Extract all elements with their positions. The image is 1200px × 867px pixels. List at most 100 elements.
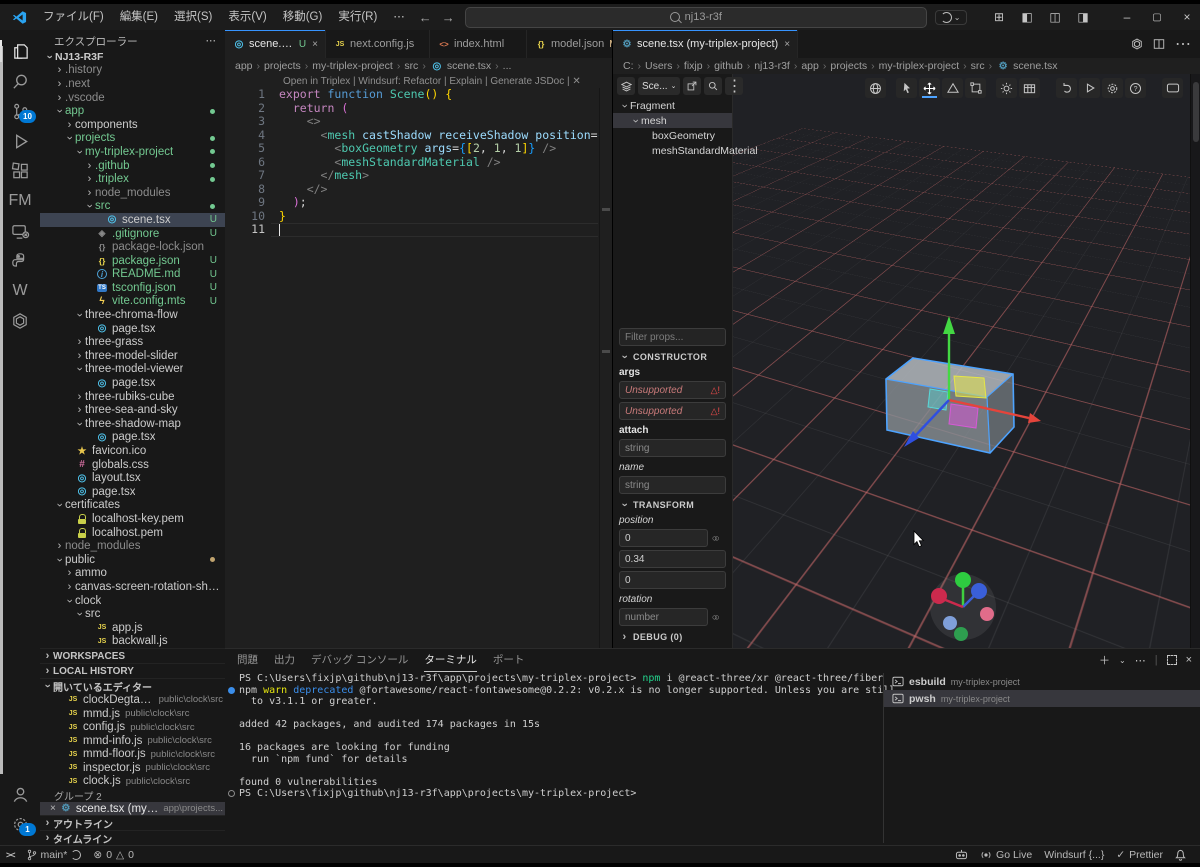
viewport-tool-undo-icon[interactable]	[1056, 78, 1077, 98]
breadcrumb-item[interactable]: C:	[623, 60, 634, 72]
breadcrumb-item[interactable]: github	[714, 60, 743, 72]
tree-item-page.tsx[interactable]: ›page.tsx	[40, 376, 225, 390]
customize-layout-icon[interactable]: ⊞	[986, 5, 1012, 29]
close-icon[interactable]: ×	[50, 803, 56, 814]
menu-item-2[interactable]: 選択(S)	[166, 7, 220, 27]
tree-item-clock[interactable]: ›clock	[40, 594, 225, 608]
activity-windsurf[interactable]: W	[0, 276, 40, 306]
tree-item-three-model-slider[interactable]: ›three-model-slider	[40, 349, 225, 363]
open-in-editor-icon[interactable]	[683, 77, 701, 95]
tree-item-ammo[interactable]: ›ammo	[40, 567, 225, 581]
problems-item[interactable]: ⊗0 △0	[87, 846, 140, 863]
scene-node-meshStandardMaterial[interactable]: ›meshStandardMaterial	[613, 143, 732, 158]
tree-item-three-grass[interactable]: ›three-grass	[40, 335, 225, 349]
editor-scrollbar[interactable]	[599, 88, 612, 648]
tree-item-my-triplex-project[interactable]: ›my-triplex-project	[40, 145, 225, 159]
tree-item-package-lock.json[interactable]: ›package-lock.json	[40, 240, 225, 254]
activity-live-preview[interactable]	[0, 216, 40, 246]
activity-search[interactable]	[0, 66, 40, 96]
open-editor-item[interactable]: config.jspublic\clock\src	[40, 720, 225, 734]
tree-item-NJ13-R3F[interactable]: ›NJ13-R3F	[40, 50, 225, 64]
prop-input[interactable]: string	[619, 439, 726, 457]
tree-item-.vscode[interactable]: ›.vscode	[40, 91, 225, 105]
viewport-tool-sun-icon[interactable]	[996, 78, 1017, 98]
viewport-tool-globe-icon[interactable]	[865, 78, 886, 98]
tree-item-components[interactable]: ›components	[40, 118, 225, 132]
tree-item-vite.config.mts[interactable]: ›vite.config.mtsU	[40, 295, 225, 309]
tree-item-.gitignore[interactable]: ›.gitignoreU	[40, 227, 225, 241]
menu-item-1[interactable]: 編集(E)	[112, 7, 166, 27]
viewport-tool-gear-icon[interactable]	[1102, 78, 1123, 98]
close-tab-icon[interactable]: ×	[312, 39, 318, 50]
breadcrumb-item[interactable]: projects	[830, 60, 867, 72]
open-editor-item[interactable]: mmd.jspublic\clock\src	[40, 707, 225, 721]
breadcrumb-item[interactable]: ...	[503, 60, 512, 72]
tree-item-globals.css[interactable]: ›globals.css	[40, 458, 225, 472]
tree-item-localhost.pem[interactable]: ›localhost.pem	[40, 526, 225, 540]
open-editor-item[interactable]: clockDegtal.jspublic\clock\src	[40, 693, 225, 707]
run-task-dropdown[interactable]: ⌄	[935, 10, 967, 25]
section-open-editors[interactable]: ›開いているエディター	[40, 678, 225, 693]
tree-item-README.md[interactable]: ›README.mdU	[40, 268, 225, 282]
tree-item-.triplex[interactable]: ›.triplex	[40, 172, 225, 186]
scene-selector[interactable]: Sce... ⌄	[638, 77, 680, 95]
viewport-scrollbar[interactable]	[1190, 74, 1200, 648]
viewport-tool-play-icon[interactable]	[1079, 78, 1100, 98]
tree-item-public[interactable]: ›public	[40, 553, 225, 567]
tree-item-.github[interactable]: ›.github	[40, 159, 225, 173]
openai-icon[interactable]	[1131, 38, 1143, 50]
filter-props-input[interactable]	[619, 328, 726, 346]
props-section-DEBUG (0)[interactable]: ›DEBUG (0)	[619, 632, 726, 642]
props-section-TRANSFORM[interactable]: ›TRANSFORM	[619, 500, 726, 510]
tree-item-backwall.js[interactable]: ›backwall.js	[40, 635, 225, 649]
prop-input[interactable]: string	[619, 476, 726, 494]
restore-button[interactable]: ▢	[1144, 5, 1170, 29]
terminal-output[interactable]: PS C:\Users\fixjp\github\nj13-r3f\app\pr…	[225, 673, 896, 843]
more-actions-icon[interactable]: ⋯	[206, 35, 218, 47]
activity-run-debug[interactable]	[0, 126, 40, 156]
triplex-3d-viewport[interactable]: ?	[732, 74, 1191, 648]
code-editor[interactable]: 1export function Scene() {2 return (3 <>…	[225, 88, 612, 237]
open-editor-item[interactable]: mmd-info.jspublic\clock\src	[40, 734, 225, 748]
tree-item-package.json[interactable]: ›package.jsonU	[40, 254, 225, 268]
back-icon[interactable]: ←	[419, 10, 432, 25]
git-branch-item[interactable]: main*	[21, 846, 88, 863]
viewport-tool-cursor-icon[interactable]	[896, 78, 917, 98]
terminal-dropdown-icon[interactable]: ⌄	[1119, 656, 1126, 665]
tree-item-certificates[interactable]: ›certificates	[40, 499, 225, 513]
tab-index.html[interactable]: index.html	[430, 30, 527, 58]
terminal-instance-esbuild[interactable]: esbuildmy-triplex-project	[884, 673, 1200, 690]
activity-python[interactable]	[0, 246, 40, 276]
open-editor-item[interactable]: inspector.jspublic\clock\src	[40, 761, 225, 775]
section-outline[interactable]: ›アウトライン	[40, 815, 225, 830]
prop-input[interactable]: Unsupported△!	[619, 402, 726, 420]
tab-scene.tsx[interactable]: scene.tsxU×	[225, 30, 326, 58]
activity-fm[interactable]: FM	[0, 186, 40, 216]
menu-item-6[interactable]: ⋯	[385, 7, 413, 27]
tree-item-tsconfig.json[interactable]: ›tsconfig.jsonU	[40, 281, 225, 295]
activity-settings[interactable]: 1	[0, 809, 40, 839]
tree-item-canvas-screen-rotation-shooter[interactable]: ›canvas-screen-rotation-shooter	[40, 580, 225, 594]
viewport-tool-scale-icon[interactable]	[965, 78, 986, 98]
search-icon[interactable]	[704, 77, 722, 95]
toggle-sidebar-icon[interactable]: ◧	[1014, 5, 1040, 29]
prop-input[interactable]: 0.34	[619, 550, 726, 568]
forward-icon[interactable]: →	[442, 10, 455, 25]
tree-item-src[interactable]: ›src	[40, 607, 225, 621]
breadcrumb-item[interactable]: fixjp	[684, 60, 703, 72]
codelens[interactable]: Open in Triplex | Windsurf: Refactor | E…	[225, 74, 612, 88]
activity-openai[interactable]	[0, 306, 40, 336]
remote-indicator[interactable]: ><	[0, 846, 21, 863]
open-editor-item[interactable]: clock.jspublic\clock\src	[40, 775, 225, 789]
close-button[interactable]: ×	[1174, 5, 1200, 29]
close-tab-icon[interactable]: ×	[784, 39, 790, 50]
menu-item-5[interactable]: 実行(R)	[330, 7, 385, 27]
prop-input[interactable]: Unsupported△!	[619, 381, 726, 399]
prettier-item[interactable]: ✓ Prettier	[1110, 846, 1169, 863]
tab-triplex-scene[interactable]: scene.tsx (my-triplex-project) ×	[613, 30, 798, 58]
activity-source-control[interactable]: 10	[0, 96, 40, 126]
panel-tab-出力[interactable]: 出力	[274, 649, 295, 672]
tree-item-three-shadow-map[interactable]: ›three-shadow-map	[40, 417, 225, 431]
tree-item-app[interactable]: ›app	[40, 104, 225, 118]
breadcrumb-item[interactable]: nj13-r3f	[754, 60, 790, 72]
